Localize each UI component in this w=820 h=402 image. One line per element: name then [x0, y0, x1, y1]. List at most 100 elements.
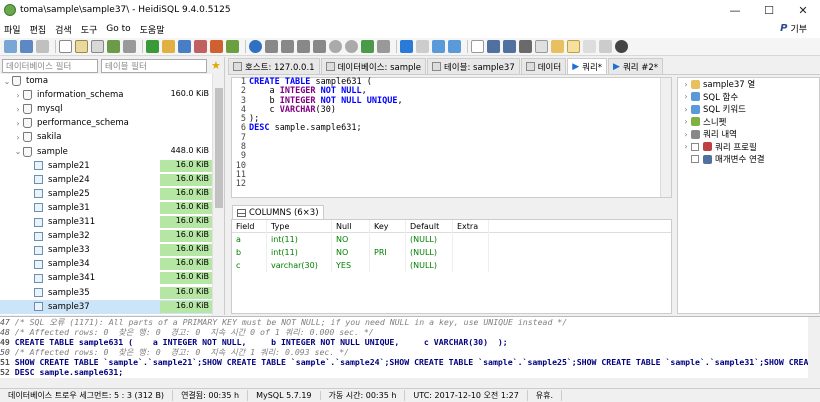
maintenance-icon[interactable] — [178, 40, 191, 53]
run-icon[interactable] — [400, 40, 413, 53]
tree-item-table[interactable]: sample25 16.0 KiB — [0, 187, 212, 201]
grid-cell[interactable]: int(11) — [267, 246, 332, 259]
helper-item[interactable]: › SQL 키워드 — [678, 103, 819, 116]
expand-chevron-icon[interactable]: › — [13, 91, 23, 100]
grid-cell[interactable]: c — [232, 259, 267, 272]
tree-item-table[interactable]: sample35 16.0 KiB — [0, 286, 212, 300]
tree-item-table[interactable]: sample24 16.0 KiB — [0, 173, 212, 187]
user-manager-icon[interactable] — [162, 40, 175, 53]
run-line-icon[interactable] — [448, 40, 461, 53]
export-icon[interactable] — [91, 40, 104, 53]
grid-cell[interactable]: (NULL) — [406, 259, 453, 272]
grid-cell[interactable]: (NULL) — [406, 246, 453, 259]
undo-icon[interactable] — [107, 40, 120, 53]
tree-item-db[interactable]: › sakila — [0, 130, 212, 144]
menu-search[interactable]: 검색 — [55, 23, 72, 36]
tab-1[interactable]: 데이터베이스: sample — [320, 58, 426, 74]
filter-icon[interactable] — [583, 40, 596, 53]
grid-cell[interactable] — [453, 233, 489, 246]
helper-item[interactable]: › 스니펫 — [678, 116, 819, 129]
tree-scrollbar[interactable] — [212, 74, 224, 315]
binoculars-icon[interactable] — [535, 40, 548, 53]
expand-chevron-icon[interactable]: › — [681, 117, 691, 126]
sql-code[interactable]: CREATE TABLE sample631 ( a INTEGER NOT N… — [249, 77, 659, 190]
tab-2[interactable]: 테이블: sample37 — [426, 58, 520, 74]
new-connection-icon[interactable] — [20, 40, 33, 53]
grid-cell[interactable] — [370, 233, 406, 246]
warnings-icon[interactable] — [567, 40, 580, 53]
load-icon[interactable] — [519, 40, 532, 53]
grid-cell[interactable] — [453, 259, 489, 272]
table-row[interactable]: a int(11) NO (NULL) — [232, 233, 671, 246]
grid-cell[interactable]: b — [232, 246, 267, 259]
table-row[interactable]: b int(11) NO PRI (NULL) — [232, 246, 671, 259]
grid-cell[interactable]: a — [232, 233, 267, 246]
tree-item-table[interactable]: sample31 16.0 KiB — [0, 201, 212, 215]
tab-5[interactable]: ▶ 쿼리 #2* — [608, 58, 664, 74]
grid-cell[interactable] — [453, 246, 489, 259]
grid-cell[interactable]: NO — [332, 246, 370, 259]
expand-chevron-icon[interactable]: › — [681, 92, 691, 101]
grid-cell[interactable]: varchar(30) — [267, 259, 332, 272]
close-button[interactable]: ✕ — [786, 0, 820, 20]
info-icon[interactable] — [249, 40, 262, 53]
expand-chevron-icon[interactable]: ⌄ — [13, 147, 23, 156]
maximize-button[interactable]: ☐ — [752, 0, 786, 20]
grid-cell[interactable]: NO — [332, 233, 370, 246]
print-icon[interactable] — [123, 40, 136, 53]
sql-editor[interactable]: 1 2 3 4 5 6 7 8 9 10 11 12 CREATE TABLE sample631 (… — [231, 77, 672, 198]
import-icon[interactable] — [210, 40, 223, 53]
column-header[interactable]: Extra — [453, 219, 489, 233]
menu-goto[interactable]: Go to — [106, 24, 130, 34]
column-header[interactable]: Field — [232, 219, 267, 233]
tree-item-table[interactable]: sample32 16.0 KiB — [0, 229, 212, 243]
tree-item-table[interactable]: sample33 16.0 KiB — [0, 243, 212, 257]
next-record-icon[interactable] — [297, 40, 310, 53]
save-icon[interactable] — [487, 40, 500, 53]
tree-item-table[interactable]: sample341 16.0 KiB — [0, 271, 212, 285]
helper-item[interactable]: 매개변수 연결 — [678, 153, 819, 166]
grid-cell[interactable]: int(11) — [267, 233, 332, 246]
favorites-star-icon[interactable]: ★ — [211, 59, 221, 72]
tab-0[interactable]: 호스트: 127.0.0.1 — [228, 58, 320, 74]
tree-item-table[interactable]: sample311 16.0 KiB — [0, 215, 212, 229]
helper-item[interactable]: › sample37 열 — [678, 78, 819, 91]
grid-cell[interactable] — [370, 259, 406, 272]
cancel-edit-icon[interactable] — [377, 40, 390, 53]
table-filter-input[interactable]: 테이블 필터 — [101, 58, 207, 73]
session-manager-icon[interactable] — [4, 40, 17, 53]
tree-item-db[interactable]: › performance_schema — [0, 116, 212, 130]
export-grid-icon[interactable] — [226, 40, 239, 53]
donate-button[interactable]: P 기부 — [780, 22, 816, 35]
tree-item-table[interactable]: sample37 16.0 KiB — [0, 299, 212, 314]
menu-tools[interactable]: 도구 — [81, 23, 98, 36]
column-header[interactable]: Default — [406, 219, 453, 233]
flush-icon[interactable] — [194, 40, 207, 53]
refresh-icon[interactable] — [146, 40, 159, 53]
tree-item-db[interactable]: › information_schema 160.0 KiB — [0, 88, 212, 102]
expand-chevron-icon[interactable]: › — [681, 105, 691, 114]
column-header[interactable]: Type — [267, 219, 332, 233]
editor-scrollbar[interactable] — [660, 78, 671, 197]
tab-4[interactable]: ▶ 쿼리* — [567, 58, 608, 74]
expand-chevron-icon[interactable]: ⌄ — [2, 77, 12, 86]
expand-chevron-icon[interactable]: › — [681, 130, 691, 139]
menu-file[interactable]: 파일 — [4, 23, 21, 36]
run-dropdown-icon[interactable] — [416, 40, 429, 53]
disconnect-icon[interactable] — [36, 40, 49, 53]
exclamation-icon[interactable] — [599, 40, 612, 53]
prev-record-icon[interactable] — [281, 40, 294, 53]
expand-chevron-icon[interactable]: › — [13, 105, 23, 114]
database-filter-input[interactable]: 데이터베이스 필터 — [2, 58, 98, 73]
checkbox[interactable] — [691, 155, 699, 164]
expand-chevron-icon[interactable]: › — [681, 80, 691, 89]
explain-icon[interactable] — [471, 40, 484, 53]
stop-icon[interactable] — [615, 40, 628, 53]
run-selection-icon[interactable] — [432, 40, 445, 53]
result-tab-columns[interactable]: COLUMNS (6×3) — [232, 205, 324, 219]
checkbox[interactable] — [691, 142, 699, 151]
delete-record-icon[interactable] — [345, 40, 358, 53]
tree-item-db[interactable]: › mysql — [0, 102, 212, 116]
helper-item[interactable]: › SQL 함수 — [678, 91, 819, 104]
last-record-icon[interactable] — [313, 40, 326, 53]
